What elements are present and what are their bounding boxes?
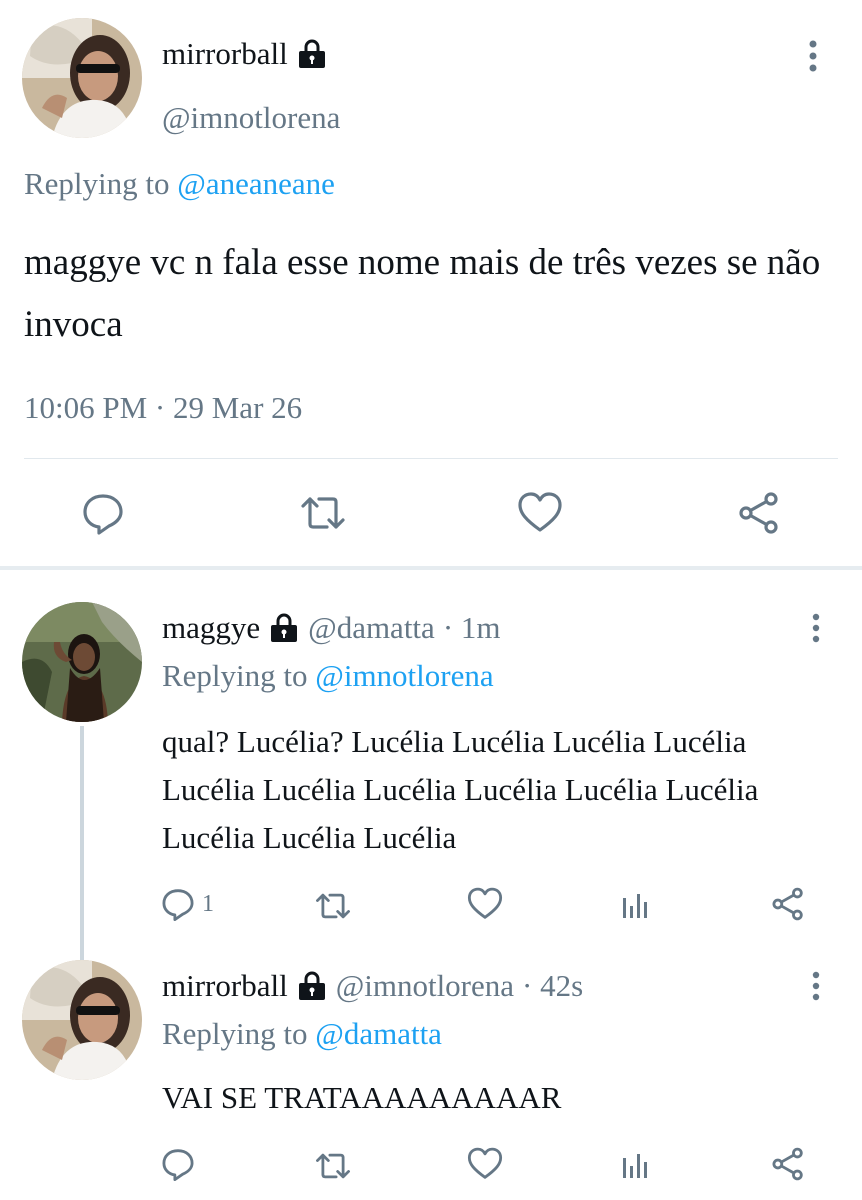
- main-tweet: mirrorball @imnotlorena Replying to @ane…: [0, 0, 862, 568]
- replying-to-link[interactable]: @damatta: [315, 1016, 442, 1051]
- section-divider: [0, 566, 862, 570]
- timestamp[interactable]: 10:06 PM · 29 Mar 26: [24, 390, 302, 426]
- display-name-text[interactable]: mirrorball: [162, 36, 288, 72]
- reply-action[interactable]: 1: [160, 886, 214, 922]
- replying-to: Replying to @imnotlorena: [162, 658, 494, 694]
- reply-text: qual? Lucélia? Lucélia Lucélia Lucélia L…: [162, 724, 759, 855]
- share-icon[interactable]: [770, 1146, 806, 1182]
- handle[interactable]: @imnotlorena: [162, 100, 340, 136]
- lock-icon: [296, 971, 328, 1001]
- display-name[interactable]: mirrorball: [162, 968, 288, 1004]
- reply-icon[interactable]: [160, 886, 196, 922]
- avatar[interactable]: [22, 960, 142, 1080]
- reply-text: VAI SE TRATAAAAAAAAAR: [162, 1080, 562, 1115]
- retweet-icon[interactable]: [296, 490, 350, 536]
- avatar[interactable]: [22, 18, 142, 138]
- display-name[interactable]: mirrorball: [162, 36, 328, 72]
- reply-icon[interactable]: [160, 1146, 196, 1182]
- reply-icon[interactable]: [80, 490, 126, 536]
- relative-time[interactable]: · 42s: [522, 968, 583, 1004]
- tweet-text: maggye vc n fala esse nome mais de três …: [24, 242, 821, 345]
- replying-to-link[interactable]: @aneaneane: [177, 166, 335, 201]
- reply-header: mirrorball @imnotlorena · 42s: [162, 968, 583, 1004]
- reply-count: 1: [202, 890, 214, 917]
- replying-to-link[interactable]: @imnotlorena: [315, 658, 493, 693]
- replying-prefix: Replying to: [162, 1016, 316, 1051]
- more-icon[interactable]: [806, 612, 826, 644]
- analytics-icon[interactable]: [620, 888, 652, 920]
- share-icon[interactable]: [736, 490, 782, 536]
- reply-header: maggye @damatta · 1m: [162, 610, 501, 646]
- like-icon[interactable]: [516, 490, 564, 536]
- handle[interactable]: @damatta: [308, 610, 435, 646]
- replying-prefix: Replying to: [162, 658, 316, 693]
- relative-time[interactable]: · 1m: [443, 610, 501, 646]
- thread-line: [80, 726, 84, 960]
- share-icon[interactable]: [770, 886, 806, 922]
- lock-icon: [296, 39, 328, 69]
- handle[interactable]: @imnotlorena: [336, 968, 514, 1004]
- divider: [24, 458, 838, 459]
- display-name[interactable]: maggye: [162, 610, 260, 646]
- lock-icon: [268, 613, 300, 643]
- retweet-icon[interactable]: [312, 1148, 354, 1184]
- replying-to: Replying to @damatta: [162, 1016, 442, 1052]
- avatar[interactable]: [22, 602, 142, 722]
- retweet-icon[interactable]: [312, 888, 354, 924]
- replying-to: Replying to @aneaneane: [24, 166, 335, 202]
- analytics-icon[interactable]: [620, 1148, 652, 1180]
- replying-prefix: Replying to: [24, 166, 178, 201]
- like-icon[interactable]: [466, 1146, 504, 1182]
- more-icon[interactable]: [806, 970, 826, 1002]
- more-icon[interactable]: [802, 38, 824, 74]
- like-icon[interactable]: [466, 886, 504, 922]
